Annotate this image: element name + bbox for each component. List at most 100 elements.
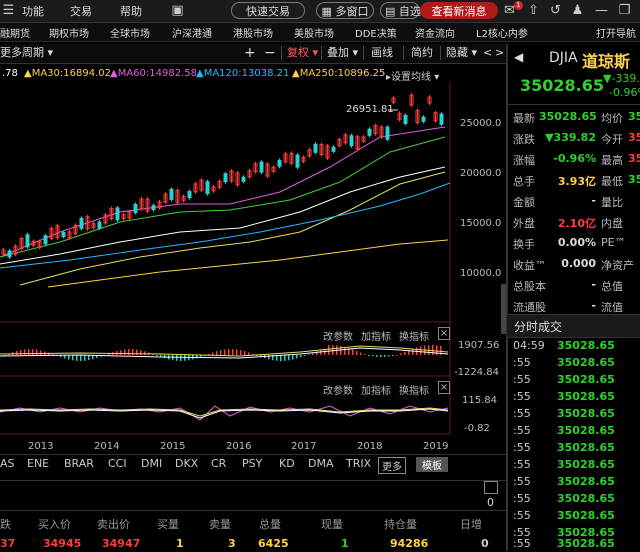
tab-dmi[interactable]: DMI <box>141 457 162 470</box>
row-label2: 今开 <box>601 133 623 146</box>
year-label: 2016 <box>226 441 252 452</box>
restore-icon[interactable]: ❐ <box>617 3 632 18</box>
adjust-button[interactable]: 复权 ▾ <box>287 45 318 61</box>
col-header: 持仓量 <box>384 518 417 531</box>
more-indicators-button[interactable]: 更多 <box>378 457 406 474</box>
sub1-close-icon[interactable]: × <box>438 327 450 340</box>
macd-bar <box>144 351 146 355</box>
maximize-panel-icon[interactable] <box>484 481 498 494</box>
nav-us[interactable]: 美股市场 <box>294 25 334 40</box>
period-selector[interactable]: 更多周期 ▾ <box>0 45 53 61</box>
sub1-switch-indicator[interactable]: 换指标 <box>399 328 429 343</box>
sub2-change-params[interactable]: 改参数 <box>323 382 353 397</box>
row-label2: 净资产 <box>601 259 634 272</box>
multi-window-button[interactable]: ▦ 多窗口 <box>316 2 374 19</box>
scroll-left-button[interactable]: < <box>483 45 492 61</box>
macd-bar <box>184 355 186 361</box>
prev-arrow-icon[interactable]: ◀ <box>514 50 523 64</box>
quick-trade-button[interactable]: 快速交易 <box>231 2 305 19</box>
nav-connect[interactable]: 沪深港通 <box>172 25 212 40</box>
kline-chart[interactable]: 26951.81 <box>0 82 506 454</box>
tab-cr[interactable]: CR <box>211 457 226 470</box>
overlay-button[interactable]: 叠加 ▾ <box>327 45 358 61</box>
menu-trade[interactable]: 交易 <box>70 3 92 19</box>
draw-line-button[interactable]: 画线 <box>371 45 393 61</box>
tab-brar[interactable]: BRAR <box>64 457 94 470</box>
tab-trix[interactable]: TRIX <box>346 457 371 470</box>
cell-total-vol: 6425 <box>258 537 289 550</box>
menu-help[interactable]: 帮助 <box>120 3 142 19</box>
row-label2: 最高 <box>601 154 623 167</box>
tab-as[interactable]: AS <box>0 457 15 470</box>
ma250-text: MA250:10896.25 <box>299 68 386 79</box>
tick-time: :55 <box>513 441 531 454</box>
macd-bar <box>288 355 290 361</box>
macd-bar <box>392 355 394 356</box>
nav-futures[interactable]: 融期货 <box>0 25 30 40</box>
nav-global[interactable]: 全球市场 <box>110 25 150 40</box>
hide-button[interactable]: 隐藏 ▾ <box>446 45 477 61</box>
tab-ene[interactable]: ENE <box>27 457 49 470</box>
sub1-add-indicator[interactable]: 加指标 <box>361 328 391 343</box>
maximize-icon[interactable]: ▣ <box>170 3 185 18</box>
tick-time: :55 <box>513 509 531 522</box>
macd-bar <box>220 350 222 355</box>
nav-hk[interactable]: 港股市场 <box>233 25 273 40</box>
nav-options[interactable]: 期权市场 <box>49 25 89 40</box>
tab-dma[interactable]: DMA <box>308 457 334 470</box>
divider <box>403 46 404 60</box>
year-label: 2017 <box>291 441 317 452</box>
tick-price: 35028.65 <box>557 509 615 522</box>
minimize-icon[interactable]: — <box>594 3 609 18</box>
template-button[interactable]: 模板 <box>416 457 448 472</box>
sub2-switch-indicator[interactable]: 换指标 <box>399 382 429 397</box>
ma120-text: MA120:13038.21 <box>203 68 290 79</box>
macd-bar <box>36 349 38 355</box>
self-select-button[interactable]: ▤ 自选 <box>380 2 421 19</box>
sub2-axis-top: 115.84 <box>462 395 497 406</box>
tick-time: :55 <box>513 390 531 403</box>
ma5-line <box>0 136 446 258</box>
tick-price: 35028.65 <box>557 339 615 352</box>
menu-function[interactable]: 功能 <box>22 3 44 19</box>
up-icon[interactable]: ⇧ <box>526 3 541 18</box>
view-news-button[interactable]: 查看新消息 <box>420 2 498 19</box>
nav-dde[interactable]: DDE决策 <box>355 25 397 40</box>
zoom-out-button[interactable]: − <box>264 45 276 61</box>
sub2-axis-bottom: -0.82 <box>464 423 490 434</box>
ma-settings-button[interactable]: ▸设置均线 ▾ <box>386 68 439 83</box>
nav-capital[interactable]: 资金流向 <box>415 25 455 40</box>
row-value2: 35 <box>628 131 640 144</box>
macd-bar <box>324 349 326 355</box>
tab-kd[interactable]: KD <box>279 457 295 470</box>
col-header: 卖出价 <box>97 518 130 531</box>
sub2-close-icon[interactable]: × <box>438 381 450 394</box>
row-label2: 流值 <box>601 301 623 314</box>
nav-open-navigation[interactable]: 打开导航 <box>596 25 636 40</box>
tab-dkx[interactable]: DKX <box>175 457 198 470</box>
tab-psy[interactable]: PSY <box>242 457 262 470</box>
self-select-icon: ▤ <box>385 5 396 18</box>
macd-bar <box>372 355 374 357</box>
tick-time: :55 <box>513 537 531 550</box>
macd-bar <box>388 355 390 357</box>
tab-cci[interactable]: CCI <box>108 457 127 470</box>
row-value-amount: - <box>591 194 596 207</box>
macd-bar <box>296 355 298 359</box>
simple-button[interactable]: 简约 <box>411 45 433 61</box>
macd-bar <box>228 349 230 355</box>
cell-change: 37 <box>0 537 16 550</box>
macd-bar <box>292 355 294 360</box>
zoom-in-button[interactable]: + <box>244 45 256 61</box>
sub1-change-params[interactable]: 改参数 <box>323 328 353 343</box>
row-value-change: ▼339.82 <box>545 131 596 144</box>
macd-bar <box>156 355 158 356</box>
title-bar: ☰ 功能 交易 帮助 ▣ 快速交易 ▦ 多窗口 ▤ 自选 查看新消息 ✉ 1 ⇧… <box>0 0 640 23</box>
refresh-icon[interactable]: ↺ <box>548 3 563 18</box>
nav-l2[interactable]: L2核心内参 <box>476 25 528 40</box>
sub2-add-indicator[interactable]: 加指标 <box>361 382 391 397</box>
scroll-right-button[interactable]: > <box>495 45 504 61</box>
app-menu-icon[interactable]: ☰ <box>1 3 16 18</box>
quick-trade-label: 快速交易 <box>246 5 290 18</box>
shirt-icon[interactable]: ♟ <box>570 3 585 18</box>
